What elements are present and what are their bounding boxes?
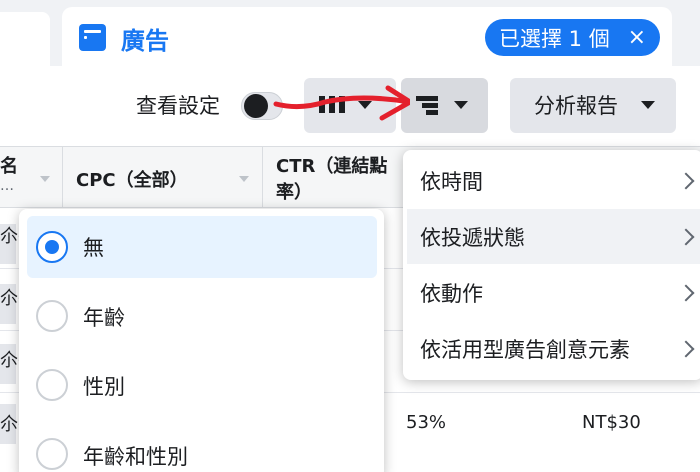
- view-settings-label: 查看設定: [136, 94, 220, 118]
- breakdown-option-label: 無: [83, 236, 104, 260]
- radio-icon[interactable]: [36, 300, 68, 332]
- clear-selection-icon[interactable]: ×: [628, 25, 646, 50]
- column-header-name[interactable]: 名 …: [0, 152, 18, 194]
- breakdown-option-age-gender[interactable]: [27, 423, 377, 472]
- ads-tab-label: 廣告: [121, 27, 169, 55]
- submenu-item-label: 依投遞狀態: [420, 226, 525, 250]
- selected-count-pill[interactable]: 已選擇 1 個 ×: [485, 19, 660, 56]
- column-header-ctr[interactable]: CTR（連結點 率）: [276, 152, 387, 204]
- toggle-knob: [244, 94, 268, 118]
- ads-icon: [79, 24, 106, 51]
- column-divider: [62, 146, 63, 208]
- sort-icon: [40, 176, 50, 182]
- breakdown-icon: [416, 96, 440, 115]
- submenu-item-label: 依活用型廣告創意元素: [420, 338, 630, 362]
- breakdown-option-label: 性別: [83, 375, 125, 399]
- breakdown-option-label: 年齡: [83, 306, 125, 330]
- report-label: 分析報告: [534, 94, 618, 118]
- submenu-item-label: 依時間: [420, 170, 483, 194]
- ctr-cell: 53%: [406, 412, 447, 433]
- annotation-arrow: [273, 85, 410, 121]
- cpc-cell: NT$30: [582, 412, 641, 433]
- column-header-cpc[interactable]: CPC（全部）: [76, 166, 188, 192]
- radio-icon[interactable]: [36, 369, 68, 401]
- column-divider: [262, 146, 263, 208]
- selected-count-label: 已選擇 1 個: [499, 26, 610, 51]
- breakdown-chevron-down-icon: [454, 101, 468, 109]
- report-chevron-down-icon: [641, 101, 655, 109]
- previous-tab[interactable]: [0, 12, 50, 68]
- breakdown-option-none[interactable]: [27, 216, 377, 278]
- breakdown-option-label: 年齡和性別: [83, 445, 188, 469]
- submenu-item-label: 依動作: [420, 282, 483, 306]
- radio-selected-icon[interactable]: [36, 231, 68, 263]
- breakdown-option-gender[interactable]: [27, 354, 377, 416]
- radio-icon[interactable]: [36, 438, 68, 470]
- breakdown-option-age[interactable]: [27, 285, 377, 347]
- sort-icon: [239, 176, 249, 182]
- breakdown-button[interactable]: [401, 78, 488, 133]
